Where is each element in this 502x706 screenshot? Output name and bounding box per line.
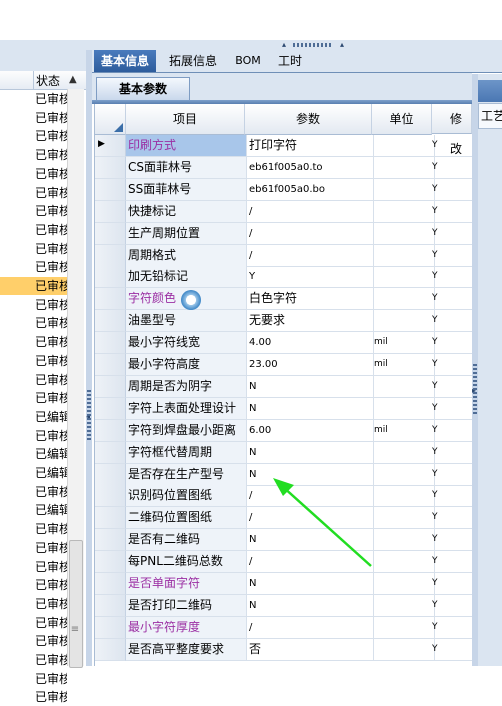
green-arrow-annotation bbox=[273, 478, 372, 567]
status-cell[interactable]: 已审核 bbox=[35, 670, 67, 688]
annotation-arrow-layer bbox=[273, 478, 372, 567]
status-cell[interactable]: 已审核 bbox=[35, 688, 67, 706]
